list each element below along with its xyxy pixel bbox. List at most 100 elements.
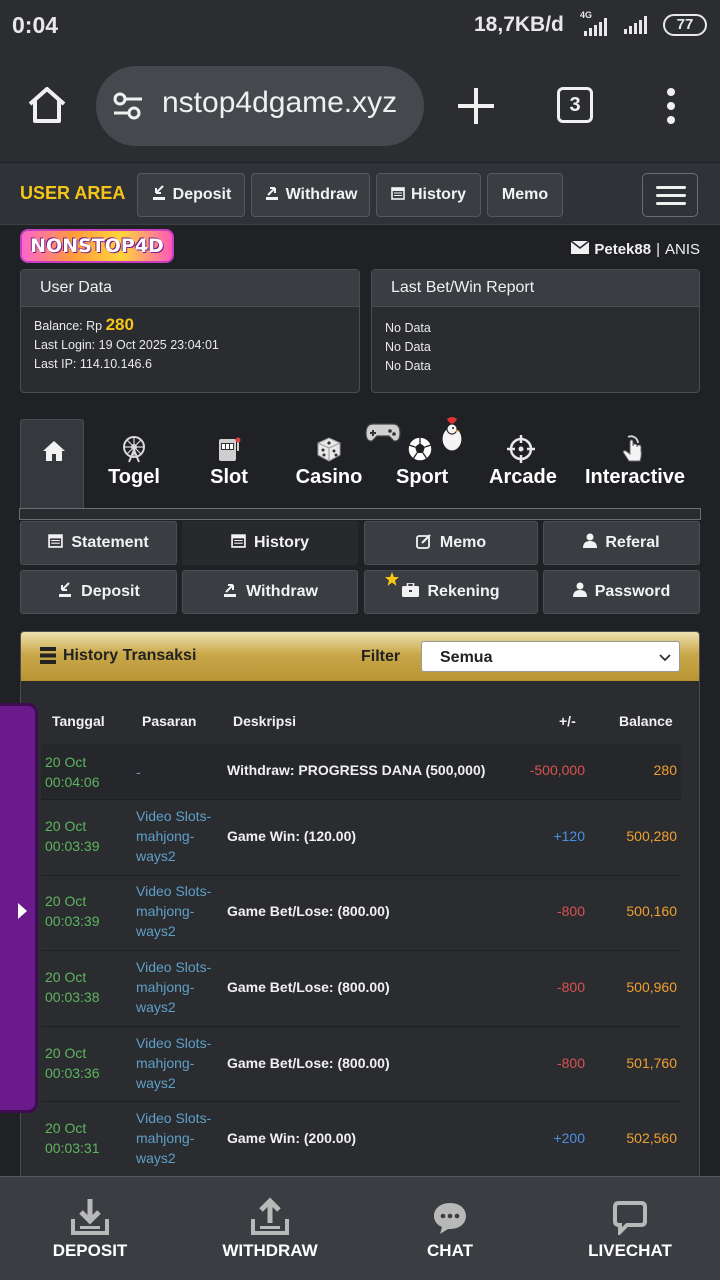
row-date: 20 Oct 00:04:06 xyxy=(45,754,100,790)
site-settings-icon[interactable] xyxy=(112,92,144,120)
row-date: 20 Oct 00:03:39 xyxy=(45,893,100,929)
menu-statement-button[interactable]: Statement xyxy=(20,521,177,565)
nav-withdraw-button[interactable]: Withdraw xyxy=(251,173,370,217)
calendar-icon xyxy=(231,533,246,553)
filter-select[interactable]: Semua xyxy=(421,641,680,672)
rooster-icon xyxy=(439,415,465,458)
row-amount: -800 xyxy=(556,979,585,995)
menu-withdraw-button[interactable]: Withdraw xyxy=(182,570,358,614)
history-header: History Transaksi Filter Semua xyxy=(21,632,699,681)
filter-label: Filter xyxy=(361,648,401,665)
row-pasaran[interactable]: Video Slots-mahjong-ways2 xyxy=(136,806,224,866)
category-sport-label: Sport xyxy=(396,466,449,488)
chevron-down-icon xyxy=(659,650,671,662)
home-icon[interactable] xyxy=(26,84,68,126)
menu-rekening-label: Rekening xyxy=(427,583,500,600)
report-line: No Data xyxy=(385,359,431,373)
slot-machine-icon xyxy=(207,433,251,463)
category-arcade[interactable]: Arcade xyxy=(489,433,557,489)
last-login: Last Login: 19 Oct 2025 23:04:01 xyxy=(34,338,219,352)
row-description: Game Win: (200.00) xyxy=(227,1130,357,1146)
table-row: 20 Oct 00:03:39 Video Slots-mahjong-ways2… xyxy=(41,876,681,951)
row-pasaran[interactable]: Video Slots-mahjong-ways2 xyxy=(136,1033,224,1093)
user-identity: Petek88 | ANIS xyxy=(570,240,700,258)
bottom-chat-label: CHAT xyxy=(427,1241,473,1260)
user-fullname: ANIS xyxy=(664,241,700,258)
bottom-deposit-label: DEPOSIT xyxy=(52,1241,128,1260)
new-tab-icon[interactable] xyxy=(458,88,494,124)
envelope-icon[interactable] xyxy=(570,240,590,258)
report-line: No Data xyxy=(385,340,431,354)
bottom-chat-button[interactable]: CHAT xyxy=(410,1177,490,1280)
row-balance: 500,280 xyxy=(626,828,677,844)
bottom-livechat-label: LIVECHAT xyxy=(588,1241,672,1260)
signal-4g-icon: 4G xyxy=(578,10,614,36)
category-togel[interactable]: Togel xyxy=(107,433,161,489)
menu-password-label: Password xyxy=(594,583,671,600)
menu-rekening-button[interactable]: Rekening xyxy=(364,570,538,614)
tab-switcher-button[interactable]: 3 xyxy=(557,87,593,123)
menu-memo-button[interactable]: Memo xyxy=(364,521,538,565)
report-title: Last Bet/Win Report xyxy=(372,270,699,307)
download-tray-icon xyxy=(40,1177,140,1241)
menu-deposit-label: Deposit xyxy=(81,583,140,600)
deposit-icon xyxy=(57,581,73,603)
row-date: 20 Oct 00:03:39 xyxy=(45,818,100,854)
side-drawer-tab[interactable] xyxy=(0,703,38,1113)
ferris-wheel-icon xyxy=(107,433,161,463)
user-area-nav: USER AREA Deposit Withdraw History Memo xyxy=(0,163,720,225)
nav-deposit-button[interactable]: Deposit xyxy=(137,173,245,217)
row-amount: +200 xyxy=(553,1130,585,1146)
address-bar[interactable]: nstop4dgame.xyz xyxy=(96,66,424,146)
row-description: Withdraw: PROGRESS DANA (500,000) xyxy=(227,762,486,778)
history-title: History Transaksi xyxy=(63,647,197,664)
nav-memo-label: Memo xyxy=(501,186,549,203)
category-divider xyxy=(19,508,701,520)
category-interactive[interactable]: Interactive xyxy=(585,433,685,489)
menu-password-button[interactable]: Password xyxy=(543,570,700,614)
report-line: No Data xyxy=(385,321,431,335)
status-time: 0:04 xyxy=(12,12,59,38)
bet-win-report-panel: Last Bet/Win Report No Data No Data No D… xyxy=(371,269,700,393)
menu-deposit-button[interactable]: Deposit xyxy=(20,570,177,614)
row-description: Game Win: (120.00) xyxy=(227,828,357,844)
user-icon xyxy=(572,582,587,602)
nav-memo-button[interactable]: Memo xyxy=(487,173,563,217)
category-sport[interactable]: Sport xyxy=(396,433,449,489)
row-date: 20 Oct 00:03:31 xyxy=(45,1120,100,1156)
withdraw-icon xyxy=(222,582,238,603)
chat-bubble-icon xyxy=(410,1177,490,1241)
table-row: 20 Oct 00:03:38 Video Slots-mahjong-ways2… xyxy=(41,951,681,1027)
row-pasaran[interactable]: Video Slots-mahjong-ways2 xyxy=(136,1108,224,1168)
more-menu-icon[interactable] xyxy=(666,88,676,124)
category-slot[interactable]: Slot xyxy=(207,433,251,489)
row-date: 20 Oct 00:03:38 xyxy=(45,969,100,1005)
menu-referal-label: Referal xyxy=(605,534,660,551)
menu-history-button[interactable]: History xyxy=(182,521,358,565)
category-home-tab[interactable] xyxy=(20,419,84,511)
bottom-livechat-button[interactable]: LIVECHAT xyxy=(580,1177,680,1280)
row-pasaran[interactable]: Video Slots-mahjong-ways2 xyxy=(136,957,224,1017)
site-logo[interactable]: NONSTOP4D xyxy=(20,229,174,263)
filter-value: Semua xyxy=(440,649,493,666)
star-icon xyxy=(385,572,399,591)
row-balance: 502,560 xyxy=(626,1130,677,1146)
menu-referal-button[interactable]: Referal xyxy=(543,521,700,565)
livechat-icon xyxy=(580,1177,680,1241)
row-pasaran[interactable]: Video Slots-mahjong-ways2 xyxy=(136,881,224,941)
user-icon xyxy=(583,533,598,553)
category-casino[interactable]: Casino xyxy=(295,433,363,489)
user-area-title: USER AREA xyxy=(20,183,126,203)
row-description: Game Bet/Lose: (800.00) xyxy=(227,903,390,919)
nav-history-button[interactable]: History xyxy=(376,173,481,217)
bottom-withdraw-button[interactable]: WITHDRAW xyxy=(215,1177,325,1280)
bottom-deposit-button[interactable]: DEPOSIT xyxy=(40,1177,140,1280)
edit-icon xyxy=(415,533,432,554)
list-icon xyxy=(40,647,56,664)
last-ip: Last IP: 114.10.146.6 xyxy=(34,357,152,371)
battery-icon: 77 xyxy=(663,14,707,36)
hamburger-menu-icon[interactable] xyxy=(642,173,698,217)
status-network-speed: 18,7KB/d xyxy=(474,13,564,36)
balance-label: Balance: Rp xyxy=(34,319,103,333)
bottom-withdraw-label: WITHDRAW xyxy=(222,1241,318,1260)
